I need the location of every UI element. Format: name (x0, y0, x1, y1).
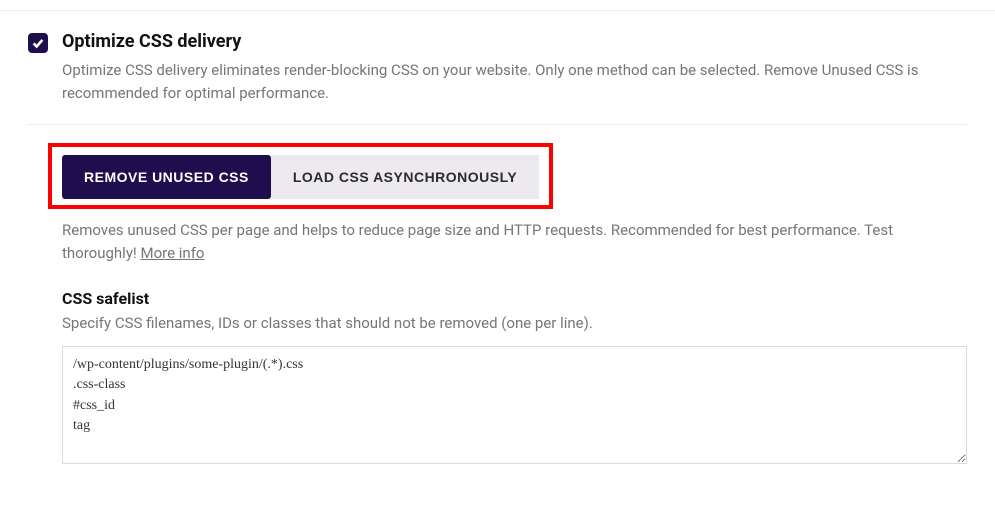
checkmark-icon (31, 36, 45, 50)
tab-load-css-async[interactable]: LOAD CSS ASYNCHRONOUSLY (271, 155, 539, 199)
optimize-css-checkbox[interactable] (28, 33, 48, 53)
tab-group: REMOVE UNUSED CSS LOAD CSS ASYNCHRONOUSL… (62, 155, 539, 199)
option-description: Optimize CSS delivery eliminates render-… (62, 59, 962, 106)
option-header: Optimize CSS delivery (28, 31, 967, 53)
settings-panel: Optimize CSS delivery Optimize CSS deliv… (0, 10, 995, 486)
safelist-textarea[interactable] (62, 346, 967, 464)
option-body: REMOVE UNUSED CSS LOAD CSS ASYNCHRONOUSL… (62, 143, 967, 469)
tab-description: Removes unused CSS per page and helps to… (62, 219, 967, 266)
safelist-title: CSS safelist (62, 289, 967, 308)
section-divider (28, 124, 967, 125)
safelist-description: Specify CSS filenames, IDs or classes th… (62, 314, 967, 332)
option-title: Optimize CSS delivery (62, 31, 241, 52)
more-info-link[interactable]: More info (141, 244, 205, 262)
tab-remove-unused-css[interactable]: REMOVE UNUSED CSS (62, 155, 271, 199)
tab-group-wrapper: REMOVE UNUSED CSS LOAD CSS ASYNCHRONOUSL… (48, 143, 553, 209)
